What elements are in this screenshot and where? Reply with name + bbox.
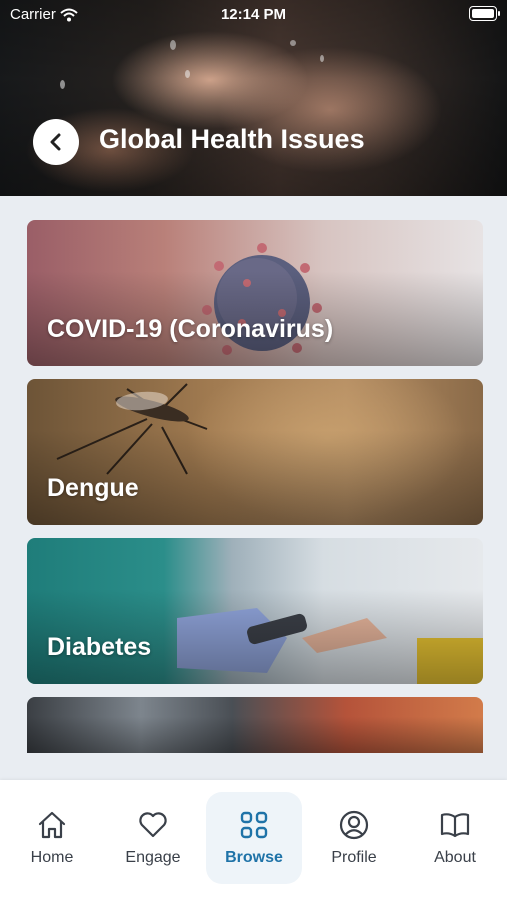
card-dengue[interactable]: Dengue [27, 379, 483, 525]
clock: 12:14 PM [220, 6, 287, 23]
back-button[interactable] [33, 119, 79, 165]
card-overlay [27, 538, 483, 684]
card-label: COVID-19 (Coronavirus) [47, 315, 334, 343]
card-partial[interactable] [27, 697, 483, 753]
tab-home[interactable]: Home [4, 792, 100, 884]
card-label: Dengue [47, 474, 139, 502]
tab-browse[interactable]: Browse [206, 792, 302, 884]
health-issues-list: COVID-19 (Coronavirus) Dengue Diabetes [0, 196, 507, 780]
tab-bar: Home Engage Browse Profile About [0, 780, 507, 900]
tab-profile[interactable]: Profile [306, 792, 402, 884]
tab-label: Browse [225, 849, 283, 866]
header: Carrier 12:14 PM Global Health Issues [0, 0, 507, 196]
user-circle-icon [339, 810, 369, 840]
header-shade [0, 0, 507, 196]
status-bar: Carrier 12:14 PM [0, 0, 507, 28]
tab-engage[interactable]: Engage [105, 792, 201, 884]
tab-about[interactable]: About [407, 792, 503, 884]
card-overlay [27, 379, 483, 525]
tab-label: Engage [125, 849, 181, 866]
tab-label: About [434, 849, 476, 866]
home-icon [38, 811, 66, 839]
card-covid-19[interactable]: COVID-19 (Coronavirus) [27, 220, 483, 366]
card-label: Diabetes [47, 633, 152, 661]
card-overlay [27, 697, 483, 753]
page-title: Global Health Issues [99, 124, 365, 154]
card-overlay [27, 220, 483, 366]
heart-icon [139, 812, 167, 838]
tab-label: Home [30, 849, 74, 866]
battery-icon [469, 6, 500, 21]
book-icon [440, 813, 470, 838]
card-diabetes[interactable]: Diabetes [27, 538, 483, 684]
tab-label: Profile [331, 849, 377, 866]
chevron-left-icon [50, 133, 61, 151]
grid-icon [240, 811, 268, 839]
